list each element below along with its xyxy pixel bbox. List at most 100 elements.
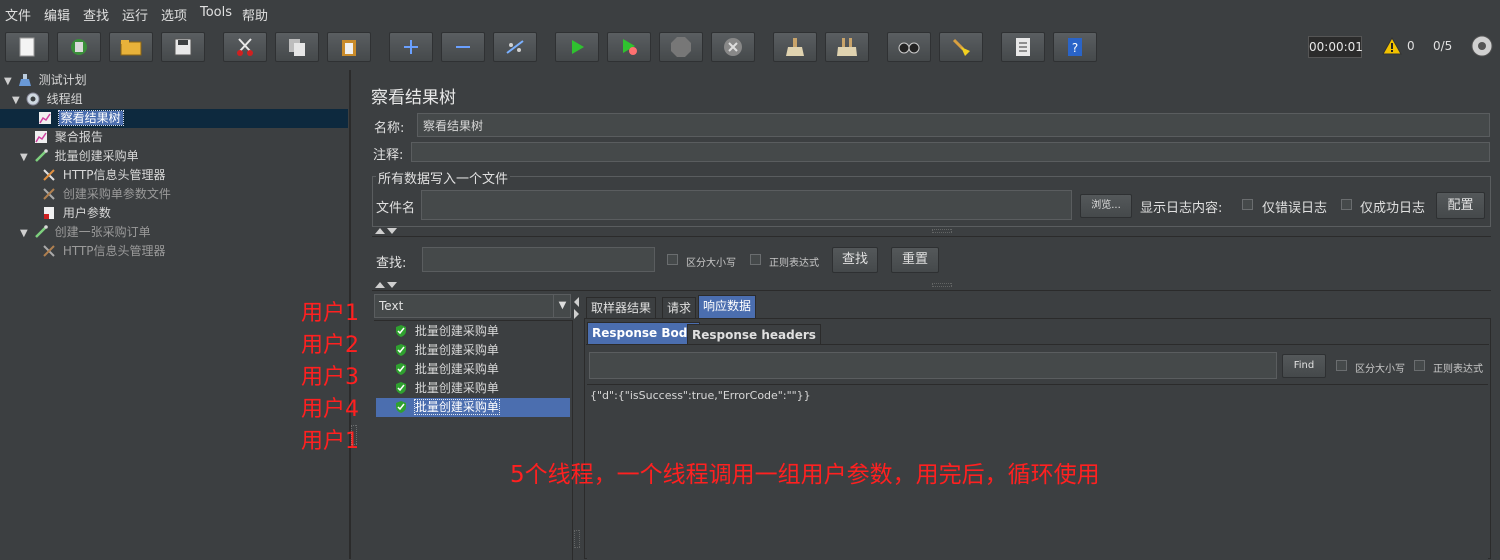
shield-check-icon	[396, 344, 406, 356]
tree-item-csv-data-set[interactable]: 创建采购单参数文件	[42, 185, 171, 204]
expand-toggle[interactable]: ▼	[12, 91, 22, 110]
menu-edit[interactable]: 编辑	[44, 5, 70, 24]
stop-button[interactable]	[659, 32, 703, 62]
browse-button[interactable]: 浏览...	[1080, 194, 1132, 218]
annotation-user-2: 用户2	[301, 333, 359, 358]
search-button[interactable]	[887, 32, 931, 62]
save-button[interactable]	[161, 32, 205, 62]
case-sensitive-checkbox[interactable]	[667, 254, 678, 265]
tree-item-http-header-manager-2[interactable]: HTTP信息头管理器	[42, 242, 166, 261]
cut-button[interactable]	[223, 32, 267, 62]
configure-button[interactable]: 配置	[1436, 192, 1485, 219]
body-search-input[interactable]	[589, 352, 1277, 379]
result-item[interactable]: 批量创建采购单	[376, 360, 499, 379]
annotation-note: 5个线程，一个线程调用一组用户参数，用完后，循环使用	[510, 462, 1100, 488]
panel-title: 察看结果树	[371, 88, 456, 108]
result-item[interactable]: 批量创建采购单	[376, 322, 499, 341]
menu-search[interactable]: 查找	[83, 5, 109, 24]
search-label: 查找:	[376, 256, 407, 271]
shutdown-button[interactable]	[711, 32, 755, 62]
renderer-select[interactable]: Text ▼	[374, 294, 571, 318]
expand-icon	[404, 40, 418, 54]
filename-label: 文件名	[376, 201, 416, 216]
new-button[interactable]	[5, 32, 49, 62]
drag-handle-icon[interactable]	[932, 229, 952, 233]
tree-item-view-results-tree[interactable]: 察看结果树	[0, 109, 348, 128]
svg-text:?: ?	[1072, 41, 1078, 55]
warning-icon[interactable]	[1382, 37, 1402, 55]
toolbar: ? 00:00:01 0 0/5	[0, 26, 1500, 71]
divider	[586, 344, 1489, 345]
success-only-checkbox[interactable]	[1341, 199, 1352, 210]
tab-request[interactable]: 请求	[662, 297, 697, 318]
help-button[interactable]: ?	[1053, 32, 1097, 62]
collapse-arrows-icon[interactable]	[374, 281, 398, 289]
reset-button[interactable]: 重置	[891, 247, 939, 273]
open-button[interactable]	[109, 32, 153, 62]
menu-run[interactable]: 运行	[122, 5, 148, 24]
help-icon: ?	[1068, 38, 1082, 56]
errors-only-checkbox[interactable]	[1242, 199, 1253, 210]
tree-item-http-header-manager[interactable]: HTTP信息头管理器	[42, 166, 166, 185]
clear-all-button[interactable]	[825, 32, 869, 62]
tree-item-batch-create[interactable]: ▼ 批量创建采购单	[20, 147, 139, 166]
body-find-button[interactable]: Find	[1282, 354, 1326, 378]
menu-options[interactable]: 选项	[161, 5, 187, 24]
tree-item-test-plan[interactable]: ▼ 测试计划	[4, 71, 87, 90]
graph-icon	[38, 112, 51, 124]
elapsed-timer: 00:00:01	[1308, 36, 1363, 58]
open-icon	[120, 40, 142, 56]
expand-toggle[interactable]: ▼	[4, 72, 14, 91]
tree-item-thread-group[interactable]: ▼ 线程组	[12, 90, 83, 109]
collapse-button[interactable]	[441, 32, 485, 62]
remote-icon[interactable]	[1471, 35, 1493, 57]
graph-icon	[35, 131, 47, 143]
name-field[interactable]: 察看结果树	[417, 113, 1490, 137]
function-helper-button[interactable]	[1001, 32, 1045, 62]
regex-checkbox[interactable]	[750, 254, 761, 265]
tree-item-aggregate-report[interactable]: 聚合报告	[34, 128, 103, 147]
toggle-button[interactable]	[493, 32, 537, 62]
expand-button[interactable]	[389, 32, 433, 62]
split-arrows-icon[interactable]	[573, 296, 580, 320]
drag-handle-icon[interactable]	[351, 425, 357, 445]
start-no-pauses-button[interactable]	[607, 32, 651, 62]
case-sensitive-label: 区分大小写	[686, 258, 736, 269]
result-item[interactable]: 批量创建采购单	[376, 379, 499, 398]
drag-handle-icon[interactable]	[932, 283, 952, 287]
expand-toggle[interactable]: ▼	[20, 148, 30, 167]
result-item-selected[interactable]: 批量创建采购单	[376, 398, 570, 417]
filename-field[interactable]	[421, 190, 1072, 220]
expand-toggle[interactable]: ▼	[20, 224, 30, 243]
menu-help[interactable]: 帮助	[242, 5, 268, 24]
tree-item-create-order[interactable]: ▼ 创建一张采购订单	[20, 223, 151, 242]
collapse-arrows-icon[interactable]	[374, 227, 398, 235]
body-case-checkbox[interactable]	[1336, 360, 1347, 371]
templates-button[interactable]	[57, 32, 101, 62]
copy-button[interactable]	[275, 32, 319, 62]
tab-response-data[interactable]: 响应数据	[698, 295, 757, 318]
divider	[372, 236, 1491, 237]
drag-handle-icon[interactable]	[574, 530, 580, 548]
comment-field[interactable]	[411, 142, 1490, 162]
warning-count: 0	[1407, 39, 1415, 53]
tab-response-headers[interactable]: Response headers	[687, 324, 821, 345]
paste-icon	[342, 40, 356, 56]
reset-search-button[interactable]	[939, 32, 983, 62]
regex-label: 正则表达式	[769, 258, 819, 269]
tab-sampler-result[interactable]: 取样器结果	[586, 297, 657, 318]
paste-button[interactable]	[327, 32, 371, 62]
body-regex-checkbox[interactable]	[1414, 360, 1425, 371]
tab-response-body[interactable]: Response Body	[587, 322, 701, 344]
find-button[interactable]: 查找	[832, 247, 878, 273]
search-input[interactable]	[422, 247, 655, 272]
menu-tools[interactable]: Tools	[200, 5, 232, 20]
thread-counter: 0/5	[1433, 39, 1453, 53]
clear-button[interactable]	[773, 32, 817, 62]
result-item[interactable]: 批量创建采购单	[376, 341, 499, 360]
start-button[interactable]	[555, 32, 599, 62]
file-group-title: 所有数据写入一个文件	[376, 168, 511, 187]
menu-file[interactable]: 文件	[5, 5, 31, 24]
start-no-pauses-icon	[623, 39, 637, 55]
tree-item-user-parameters[interactable]: 用户参数	[42, 204, 111, 223]
